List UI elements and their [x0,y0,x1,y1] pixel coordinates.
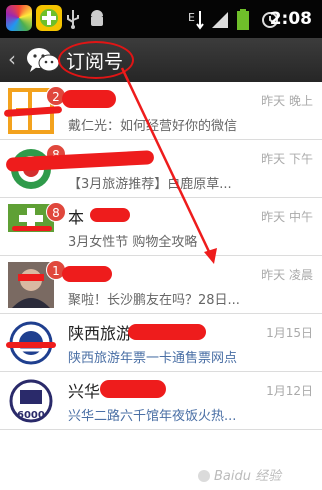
watermark-text: Baidu 经验 [214,469,282,484]
annotation-arrow [120,67,217,264]
baidu-watermark: Baidu 经验 [196,462,316,486]
